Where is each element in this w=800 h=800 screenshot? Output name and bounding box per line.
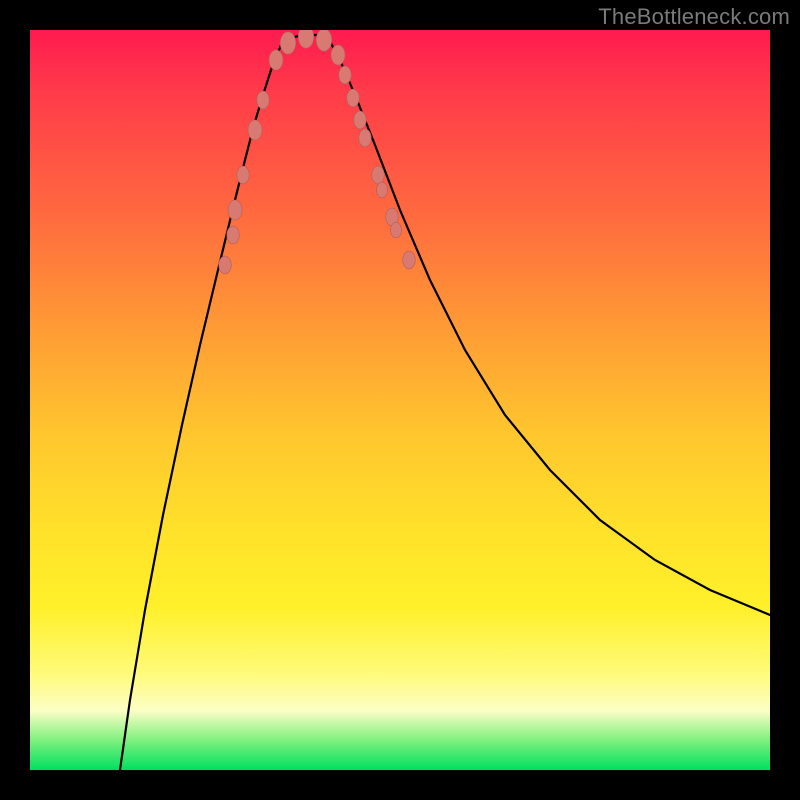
marker-point xyxy=(316,30,332,51)
marker-point xyxy=(228,200,242,220)
bottleneck-curve xyxy=(120,35,770,770)
marker-point xyxy=(391,222,402,238)
marker-point xyxy=(269,50,283,70)
marker-point xyxy=(280,32,296,54)
marker-point xyxy=(248,120,262,140)
marker-point xyxy=(347,89,359,107)
marker-point xyxy=(331,45,345,65)
marker-point xyxy=(298,30,314,48)
marker-point xyxy=(403,251,415,269)
marker-point xyxy=(237,166,249,184)
marker-point xyxy=(219,256,231,274)
marker-point xyxy=(339,66,351,84)
marker-point xyxy=(354,111,366,129)
marker-point xyxy=(377,182,388,198)
marker-point xyxy=(257,91,269,109)
marker-point xyxy=(359,129,371,147)
markers-group xyxy=(219,30,415,274)
curve-svg xyxy=(30,30,770,770)
outer-frame: TheBottleneck.com xyxy=(0,0,800,800)
plot-area xyxy=(30,30,770,770)
marker-point xyxy=(227,226,239,244)
marker-point xyxy=(372,166,384,184)
watermark-label: TheBottleneck.com xyxy=(598,4,790,30)
